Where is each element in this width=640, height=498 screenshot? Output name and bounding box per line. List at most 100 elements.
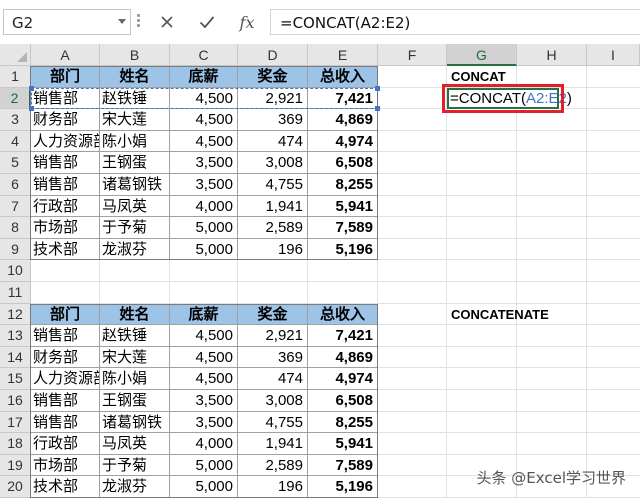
column-header-g[interactable]: G	[447, 44, 517, 66]
table-cell[interactable]: 6,508	[308, 152, 378, 174]
table-cell[interactable]: 龙淑芬	[100, 476, 170, 498]
row-header-19[interactable]: 19	[0, 454, 31, 477]
table-cell[interactable]: 4,974	[308, 130, 378, 153]
row-header-20[interactable]: 20	[0, 476, 31, 498]
table-cell[interactable]: 行政部	[31, 433, 100, 455]
table-cell[interactable]: 5,196	[308, 476, 378, 498]
table-cell[interactable]: 市场部	[31, 454, 100, 477]
column-header-f[interactable]: F	[378, 44, 447, 66]
table-cell[interactable]: 于予菊	[100, 454, 170, 477]
table-cell[interactable]: 2,589	[238, 454, 308, 477]
table-cell[interactable]: 龙淑芬	[100, 238, 170, 261]
table-cell[interactable]: 369	[238, 346, 308, 369]
table-cell[interactable]: 销售部	[31, 411, 100, 434]
table-cell[interactable]: 3,008	[238, 390, 308, 412]
table-cell[interactable]: 3,500	[170, 411, 238, 434]
row-header-2[interactable]: 2	[0, 87, 31, 110]
table-cell[interactable]: 5,000	[170, 217, 238, 239]
range-resize-handle[interactable]	[29, 85, 34, 91]
row-header-12[interactable]: 12	[0, 303, 31, 326]
row-header-15[interactable]: 15	[0, 368, 31, 390]
table-cell[interactable]: 474	[238, 368, 308, 390]
enter-check-icon[interactable]	[192, 9, 222, 35]
table-cell[interactable]: 196	[238, 238, 308, 261]
table-cell[interactable]: 人力资源部	[31, 130, 100, 153]
row-header-8[interactable]: 8	[0, 217, 31, 239]
range-resize-handle[interactable]	[375, 85, 380, 91]
table-cell[interactable]: 4,500	[170, 130, 238, 153]
name-box[interactable]: G2	[3, 9, 131, 35]
table-cell[interactable]: 7,589	[308, 217, 378, 239]
table-cell[interactable]: 王钢蛋	[100, 152, 170, 174]
table-cell[interactable]: 3,500	[170, 390, 238, 412]
table-header-cell[interactable]: 奖金	[238, 66, 308, 88]
row-header-16[interactable]: 16	[0, 390, 31, 412]
table-header-cell[interactable]: 总收入	[308, 303, 378, 326]
table-cell[interactable]: 4,500	[170, 109, 238, 131]
concat-label[interactable]: CONCAT	[451, 69, 506, 84]
table-cell[interactable]: 5,941	[308, 433, 378, 455]
table-cell[interactable]: 4,000	[170, 195, 238, 218]
insert-function-button[interactable]: fx	[232, 9, 262, 35]
table-cell[interactable]: 3,500	[170, 174, 238, 196]
table-header-cell[interactable]: 姓名	[100, 303, 170, 326]
table-header-cell[interactable]: 姓名	[100, 66, 170, 88]
table-cell[interactable]: 宋大莲	[100, 346, 170, 369]
column-header-h[interactable]: H	[517, 44, 587, 66]
column-header-b[interactable]: B	[100, 44, 170, 66]
table-cell[interactable]: 财务部	[31, 346, 100, 369]
table-cell[interactable]: 4,500	[170, 346, 238, 369]
table-cell[interactable]: 4,869	[308, 346, 378, 369]
table-cell[interactable]: 销售部	[31, 325, 100, 347]
table-cell[interactable]: 5,196	[308, 238, 378, 261]
table-cell[interactable]: 销售部	[31, 390, 100, 412]
table-cell[interactable]: 1,941	[238, 433, 308, 455]
table-cell[interactable]: 4,000	[170, 433, 238, 455]
row-header-17[interactable]: 17	[0, 411, 31, 434]
row-header-9[interactable]: 9	[0, 238, 31, 261]
table-cell[interactable]: 7,421	[308, 325, 378, 347]
row-header-5[interactable]: 5	[0, 152, 31, 174]
table-header-cell[interactable]: 部门	[31, 303, 100, 326]
table-cell[interactable]: 陈小娟	[100, 368, 170, 390]
table-header-cell[interactable]: 奖金	[238, 303, 308, 326]
table-cell[interactable]: 王钢蛋	[100, 390, 170, 412]
table-cell[interactable]: 2,921	[238, 325, 308, 347]
table-cell[interactable]: 赵铁锤	[100, 325, 170, 347]
name-box-dropdown-icon[interactable]	[118, 19, 126, 24]
table-cell[interactable]: 诸葛钢铁	[100, 411, 170, 434]
table-cell[interactable]: 4,974	[308, 368, 378, 390]
range-resize-handle[interactable]	[375, 106, 380, 112]
table-cell[interactable]: 技术部	[31, 238, 100, 261]
row-header-14[interactable]: 14	[0, 346, 31, 369]
row-header-13[interactable]: 13	[0, 325, 31, 347]
row-header-18[interactable]: 18	[0, 433, 31, 455]
table-header-cell[interactable]: 底薪	[170, 303, 238, 326]
table-cell[interactable]: 5,000	[170, 238, 238, 261]
column-header-e[interactable]: E	[308, 44, 378, 66]
table-cell[interactable]: 销售部	[31, 174, 100, 196]
table-cell[interactable]: 于予菊	[100, 217, 170, 239]
row-header-1[interactable]: 1	[0, 66, 31, 88]
table-cell[interactable]: 市场部	[31, 217, 100, 239]
column-header-c[interactable]: C	[170, 44, 238, 66]
cancel-icon[interactable]	[152, 9, 182, 35]
range-resize-handle[interactable]	[29, 106, 34, 112]
column-header-i[interactable]: I	[587, 44, 640, 66]
table-cell[interactable]: 4,500	[170, 368, 238, 390]
table-cell[interactable]: 369	[238, 109, 308, 131]
table-cell[interactable]: 1,941	[238, 195, 308, 218]
table-cell[interactable]: 马凤英	[100, 195, 170, 218]
table-cell[interactable]: 196	[238, 476, 308, 498]
select-all-corner[interactable]	[0, 44, 31, 66]
table-cell[interactable]: 3,500	[170, 152, 238, 174]
table-cell[interactable]: 4,755	[238, 411, 308, 434]
table-cell[interactable]: 5,000	[170, 476, 238, 498]
table-cell[interactable]: 8,255	[308, 411, 378, 434]
table-cell[interactable]: 5,941	[308, 195, 378, 218]
table-cell[interactable]: 马凤英	[100, 433, 170, 455]
table-cell[interactable]: 5,000	[170, 454, 238, 477]
table-cell[interactable]: 技术部	[31, 476, 100, 498]
table-cell[interactable]: 宋大莲	[100, 109, 170, 131]
formula-input[interactable]: =CONCAT(A2:E2)	[270, 9, 640, 35]
